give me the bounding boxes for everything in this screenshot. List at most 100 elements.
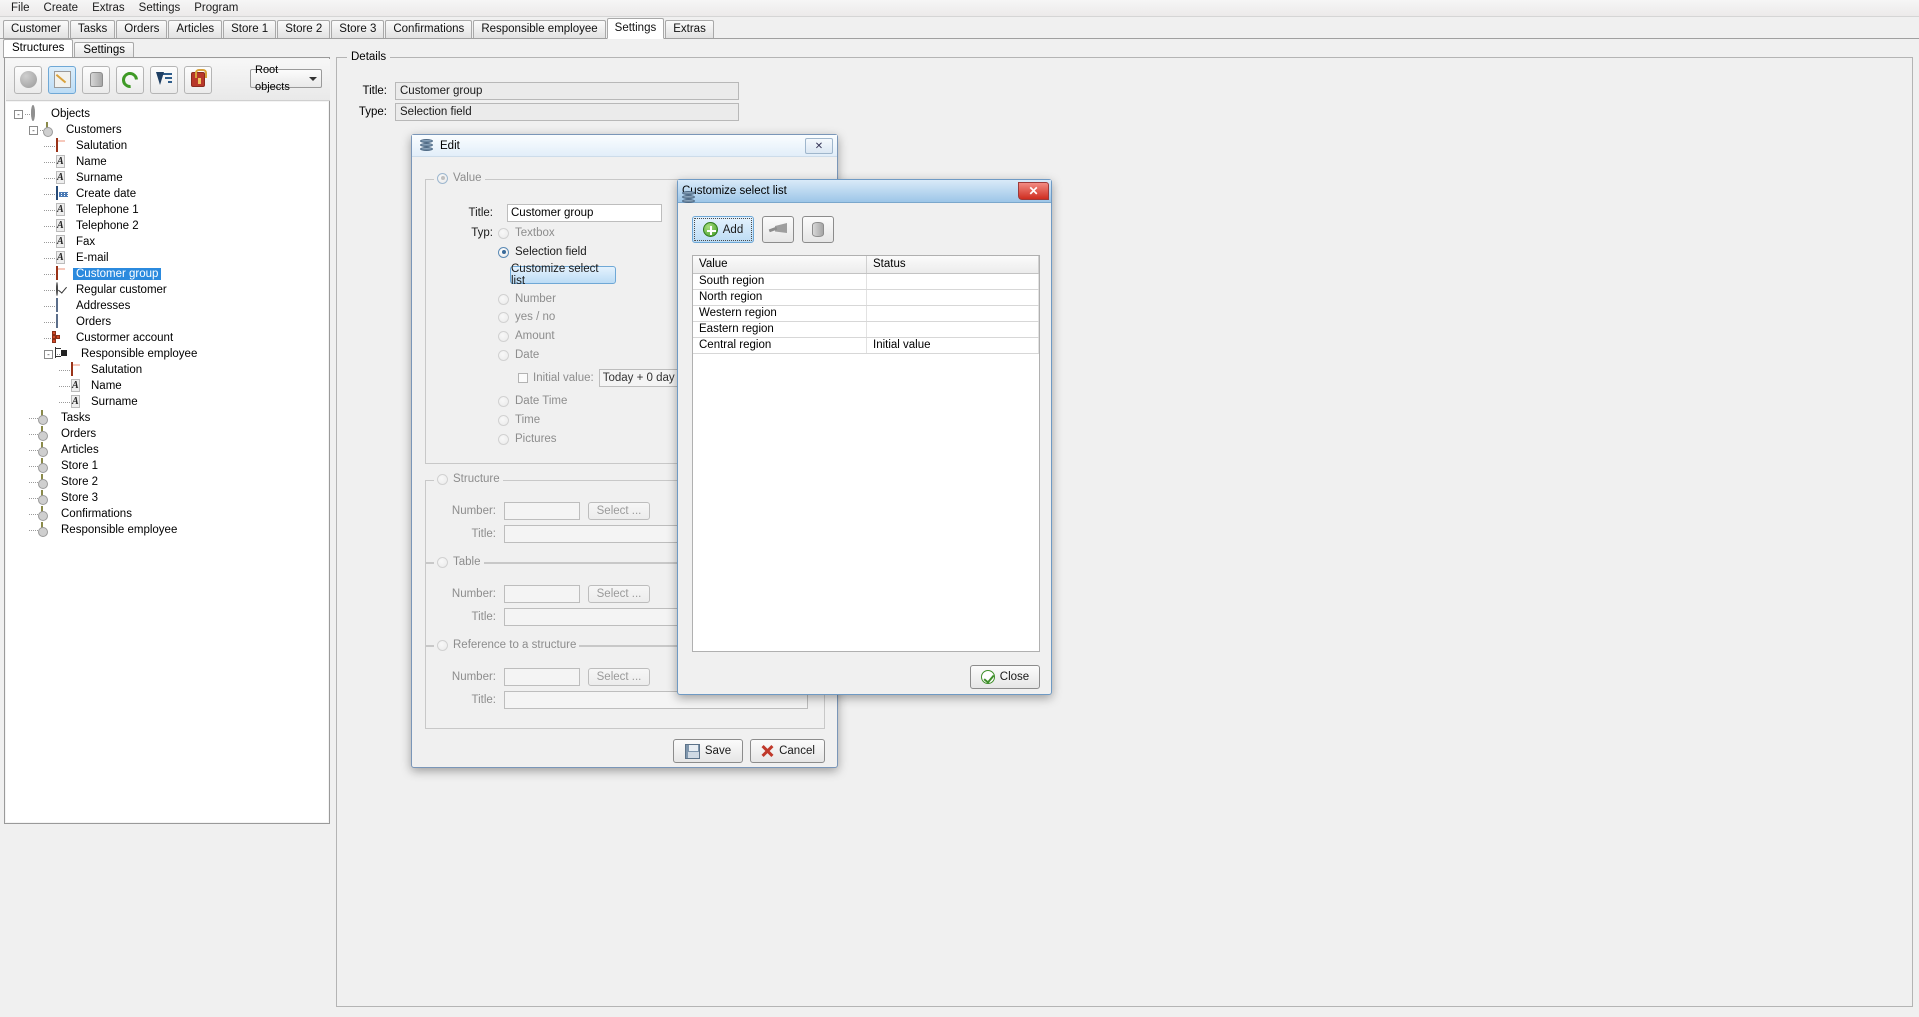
- tree-item-telephone-1[interactable]: ATelephone 1: [6, 202, 328, 218]
- option-amount-radio[interactable]: [498, 331, 509, 342]
- tree-item-responsible-employee[interactable]: Responsible employee: [6, 522, 328, 538]
- table-row[interactable]: Eastern region: [693, 322, 1039, 338]
- tree-item-create-date[interactable]: Create date: [6, 186, 328, 202]
- add-button[interactable]: Add: [692, 216, 754, 243]
- select-list-table[interactable]: ValueStatus South regionNorth regionWest…: [692, 255, 1040, 652]
- object-tree[interactable]: -Objects-CustomersSalutationANameASurnam…: [6, 102, 328, 822]
- subtab-settings[interactable]: Settings: [74, 42, 134, 58]
- initial-value-checkbox[interactable]: [518, 373, 528, 383]
- cell-status[interactable]: [867, 322, 1039, 337]
- tree-item-addresses[interactable]: Addresses: [6, 298, 328, 314]
- tree-item-name[interactable]: AName: [6, 154, 328, 170]
- reference-select-button[interactable]: Select ...: [588, 668, 650, 686]
- tab-store-3[interactable]: Store 3: [331, 20, 384, 38]
- tree-item-store-1[interactable]: Store 1: [6, 458, 328, 474]
- option-date-radio[interactable]: [498, 350, 509, 361]
- tree-item-salutation[interactable]: Salutation: [6, 138, 328, 154]
- option-pictures-radio[interactable]: [498, 434, 509, 445]
- tree-item-e-mail[interactable]: AE-mail: [6, 250, 328, 266]
- tree-item-customer-group[interactable]: Customer group: [6, 266, 328, 282]
- structure-number-input[interactable]: [504, 502, 580, 520]
- tree-item-regular-customer[interactable]: Regular customer: [6, 282, 328, 298]
- tree-item-store-3[interactable]: Store 3: [6, 490, 328, 506]
- tree-item-surname[interactable]: ASurname: [6, 394, 328, 410]
- cell-value[interactable]: Eastern region: [693, 322, 867, 337]
- tree-item-store-2[interactable]: Store 2: [6, 474, 328, 490]
- tree-item-responsible-employee[interactable]: -Responsible employee: [6, 346, 328, 362]
- tab-responsible-employee[interactable]: Responsible employee: [473, 20, 605, 38]
- circle-button[interactable]: [14, 66, 42, 94]
- tree-item-orders[interactable]: Orders: [6, 426, 328, 442]
- tab-confirmations[interactable]: Confirmations: [385, 20, 472, 38]
- edit-button[interactable]: [48, 66, 76, 94]
- option-textbox-radio[interactable]: [498, 228, 509, 239]
- table-number-input[interactable]: [504, 585, 580, 603]
- reference-group-radio[interactable]: [437, 640, 448, 651]
- cell-value[interactable]: Central region: [693, 338, 867, 353]
- tree-item-telephone-2[interactable]: ATelephone 2: [6, 218, 328, 234]
- tab-store-1[interactable]: Store 1: [223, 20, 276, 38]
- tab-store-2[interactable]: Store 2: [277, 20, 330, 38]
- cancel-button[interactable]: Cancel: [750, 739, 825, 763]
- cell-status[interactable]: [867, 290, 1039, 305]
- tab-orders[interactable]: Orders: [116, 20, 167, 38]
- edit-title-input[interactable]: [507, 204, 662, 222]
- option-textbox[interactable]: Textbox: [498, 227, 555, 239]
- delete-button[interactable]: [82, 66, 110, 94]
- customize-dialog-titlebar[interactable]: Customize select list ✕: [678, 180, 1051, 203]
- edit-dialog-close-button[interactable]: ✕: [805, 138, 833, 154]
- refresh-button[interactable]: [116, 66, 144, 94]
- option-yes-no[interactable]: yes / no: [498, 311, 555, 323]
- tree-item-name[interactable]: AName: [6, 378, 328, 394]
- option-pictures[interactable]: Pictures: [498, 433, 557, 445]
- tab-articles[interactable]: Articles: [168, 20, 222, 38]
- structure-group-radio[interactable]: [437, 474, 448, 485]
- tab-settings[interactable]: Settings: [607, 18, 665, 39]
- structure-select-button[interactable]: Select ...: [588, 502, 650, 520]
- tree-item-customers[interactable]: -Customers: [6, 122, 328, 138]
- option-time[interactable]: Time: [498, 414, 540, 426]
- tree-item-custormer-account[interactable]: Custormer account: [6, 330, 328, 346]
- customize-dialog-close-button[interactable]: ✕: [1018, 182, 1049, 200]
- table-row[interactable]: Central regionInitial value: [693, 338, 1039, 354]
- column-header-status[interactable]: Status: [867, 256, 1039, 273]
- tree-item-objects[interactable]: -Objects: [6, 106, 328, 122]
- table-group-radio[interactable]: [437, 557, 448, 568]
- menu-item-program[interactable]: Program: [187, 1, 245, 15]
- delete-entry-button[interactable]: [802, 216, 834, 243]
- tree-item-tasks[interactable]: Tasks: [6, 410, 328, 426]
- tree-item-surname[interactable]: ASurname: [6, 170, 328, 186]
- tab-customer[interactable]: Customer: [3, 20, 69, 38]
- save-button[interactable]: Save: [673, 739, 743, 763]
- table-row[interactable]: South region: [693, 274, 1039, 290]
- sort-button[interactable]: [150, 66, 178, 94]
- option-time-radio[interactable]: [498, 415, 509, 426]
- tree-item-confirmations[interactable]: Confirmations: [6, 506, 328, 522]
- table-select-button[interactable]: Select ...: [588, 585, 650, 603]
- root-objects-dropdown[interactable]: Root objects: [250, 69, 322, 88]
- reference-number-input[interactable]: [504, 668, 580, 686]
- cell-value[interactable]: Western region: [693, 306, 867, 321]
- subtab-structures[interactable]: Structures: [3, 39, 73, 58]
- column-header-value[interactable]: Value: [693, 256, 867, 273]
- menu-item-extras[interactable]: Extras: [85, 1, 132, 15]
- edit-dialog-titlebar[interactable]: Edit ✕: [412, 135, 837, 157]
- tab-tasks[interactable]: Tasks: [70, 20, 115, 38]
- tree-item-orders[interactable]: Orders: [6, 314, 328, 330]
- tree-toggle[interactable]: -: [14, 110, 23, 119]
- option-yes-no-radio[interactable]: [498, 312, 509, 323]
- tree-item-fax[interactable]: AFax: [6, 234, 328, 250]
- option-date[interactable]: Date: [498, 349, 539, 361]
- close-button[interactable]: Close: [970, 665, 1040, 689]
- tree-item-salutation[interactable]: Salutation: [6, 362, 328, 378]
- table-row[interactable]: North region: [693, 290, 1039, 306]
- tab-extras[interactable]: Extras: [665, 20, 714, 38]
- cell-status[interactable]: Initial value: [867, 338, 1039, 353]
- lock-button[interactable]: [184, 66, 212, 94]
- value-group-radio[interactable]: [437, 173, 448, 184]
- tree-item-articles[interactable]: Articles: [6, 442, 328, 458]
- cell-value[interactable]: South region: [693, 274, 867, 289]
- table-row[interactable]: Western region: [693, 306, 1039, 322]
- tree-toggle[interactable]: -: [29, 126, 38, 135]
- option-date-time[interactable]: Date Time: [498, 395, 567, 407]
